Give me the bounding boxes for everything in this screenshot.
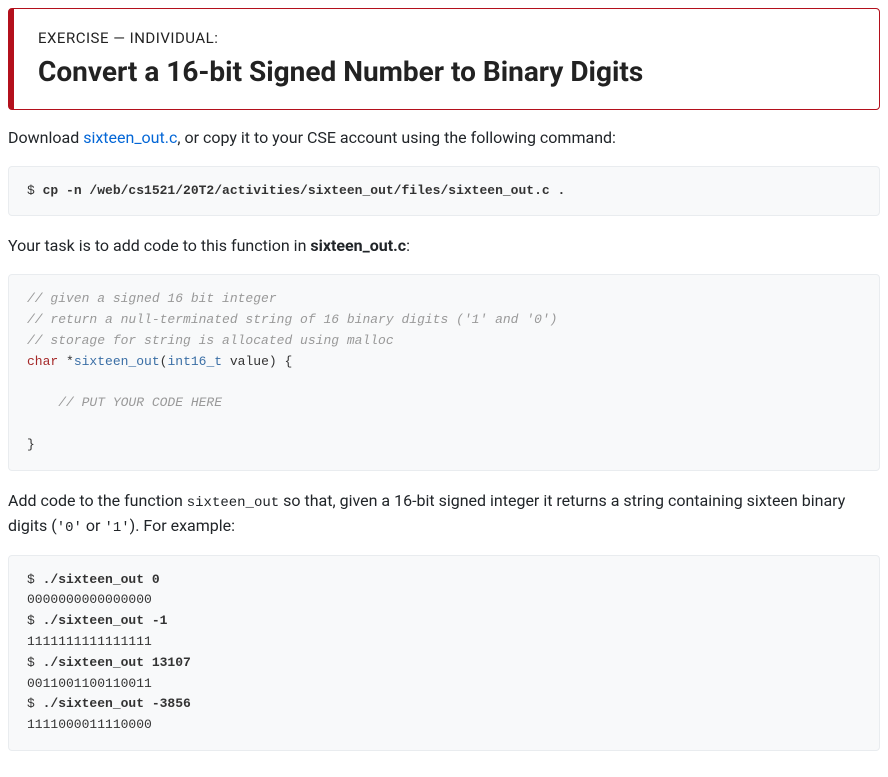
- task-filename: sixteen_out.c: [310, 236, 406, 255]
- comment-line: // return a null-terminated string of 16…: [27, 312, 558, 327]
- shell-prompt: $: [27, 572, 43, 587]
- desc-text: ). For example:: [130, 516, 235, 535]
- exercise-title: Convert a 16-bit Signed Number to Binary…: [38, 54, 855, 89]
- function-name: sixteen_out: [74, 354, 160, 369]
- example-output: 0011001100110011: [27, 676, 152, 691]
- task-paragraph: Your task is to add code to this functio…: [8, 234, 880, 258]
- keyword: char: [27, 354, 58, 369]
- close-brace: }: [27, 437, 35, 452]
- download-link[interactable]: sixteen_out.c: [83, 128, 177, 147]
- intro-paragraph: Download sixteen_out.c, or copy it to yo…: [8, 126, 880, 150]
- desc-text: Add code to the function: [8, 491, 187, 510]
- example-cmd: ./sixteen_out 0: [43, 572, 160, 587]
- task-prefix: Your task is to add code to this functio…: [8, 236, 310, 255]
- example-cmd: ./sixteen_out 13107: [43, 655, 191, 670]
- example-output: 1111111111111111: [27, 634, 152, 649]
- description-paragraph: Add code to the function sixteen_out so …: [8, 489, 880, 539]
- intro-prefix: Download: [8, 128, 83, 147]
- example-cmd: ./sixteen_out -3856: [43, 696, 191, 711]
- type: int16_t: [167, 354, 222, 369]
- shell-prompt: $: [27, 696, 43, 711]
- page-content: EXERCISE — INDIVIDUAL: Convert a 16-bit …: [8, 8, 880, 751]
- cp-command: cp -n /web/cs1521/20T2/activities/sixtee…: [43, 183, 566, 198]
- function-snippet: // given a signed 16 bit integer // retu…: [8, 274, 880, 470]
- shell-prompt: $: [27, 613, 43, 628]
- task-suffix: :: [406, 236, 410, 255]
- examples-block: $ ./sixteen_out 0 0000000000000000 $ ./s…: [8, 555, 880, 751]
- exercise-subtitle: EXERCISE — INDIVIDUAL:: [38, 27, 855, 50]
- example-output: 0000000000000000: [27, 592, 152, 607]
- arg-rest: value) {: [222, 354, 292, 369]
- todo-comment: // PUT YOUR CODE HERE: [27, 395, 222, 410]
- example-output: 1111000011110000: [27, 717, 152, 732]
- comment-line: // storage for string is allocated using…: [27, 333, 394, 348]
- desc-text: or: [82, 516, 104, 535]
- shell-prompt: $: [27, 183, 43, 198]
- fn-inline: sixteen_out: [187, 495, 279, 511]
- intro-suffix: , or copy it to your CSE account using t…: [177, 128, 616, 147]
- literal-zero: '0': [57, 520, 82, 536]
- star: *: [58, 354, 74, 369]
- comment-line: // given a signed 16 bit integer: [27, 291, 277, 306]
- shell-prompt: $: [27, 655, 43, 670]
- example-cmd: ./sixteen_out -1: [43, 613, 168, 628]
- exercise-header: EXERCISE — INDIVIDUAL: Convert a 16-bit …: [8, 8, 880, 110]
- literal-one: '1': [104, 520, 129, 536]
- cp-command-block: $ cp -n /web/cs1521/20T2/activities/sixt…: [8, 166, 880, 217]
